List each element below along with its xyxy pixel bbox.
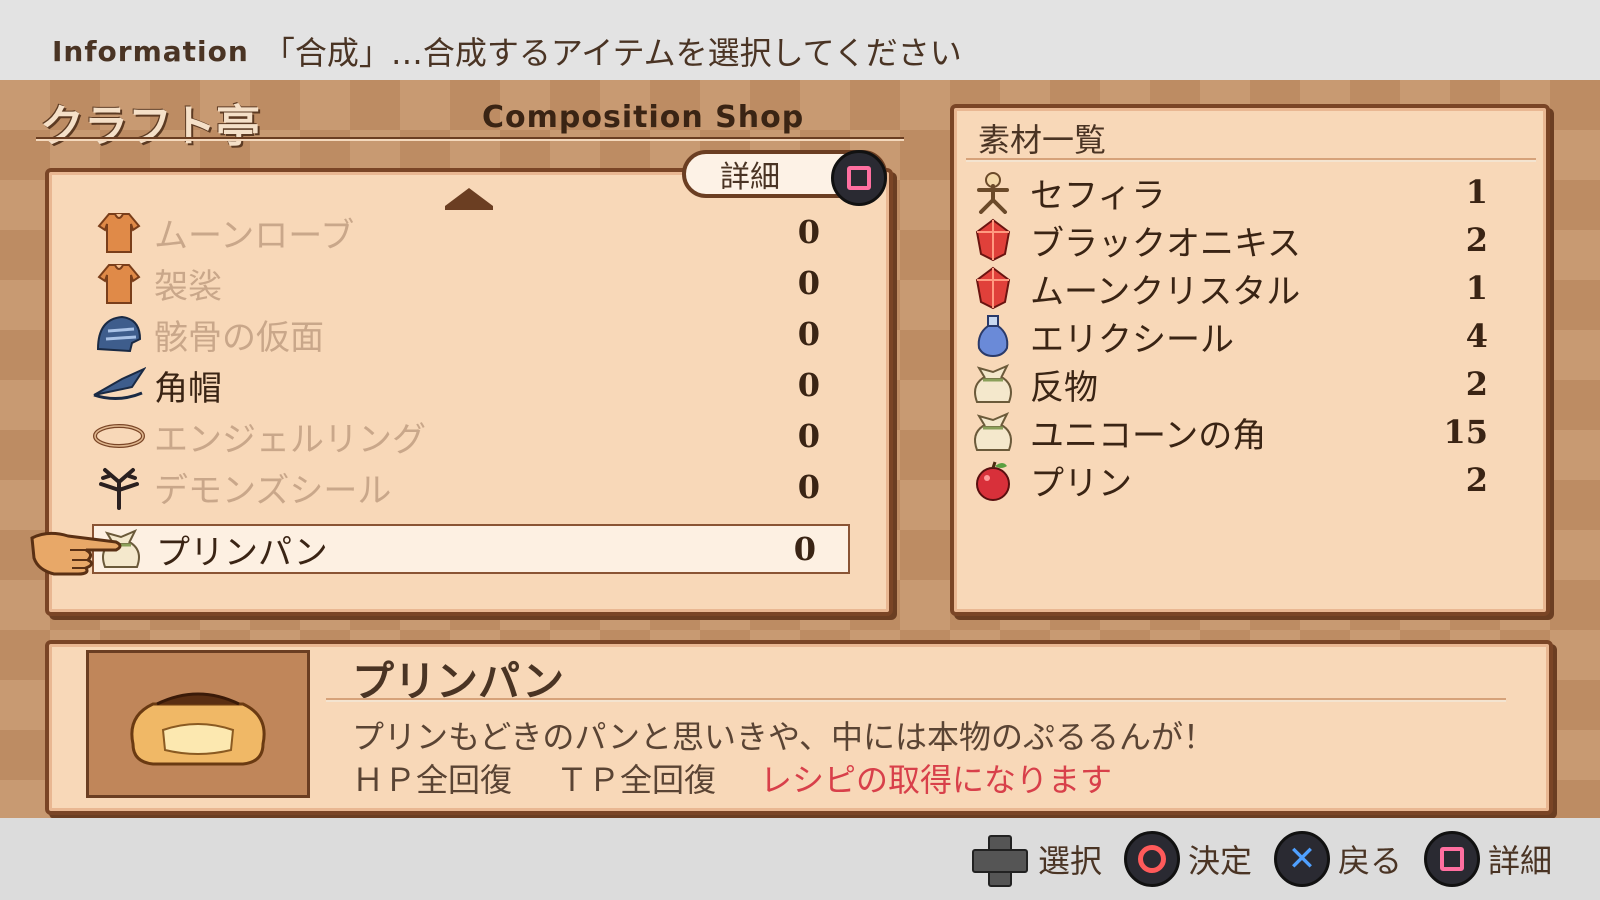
material-qty: 2	[1465, 365, 1488, 403]
craft-item-name: 骸骨の仮面	[154, 317, 324, 358]
craft-item-name: ムーンローブ	[154, 215, 355, 256]
material-qty: 1	[1465, 269, 1488, 307]
craft-item-name: エンジェルリング	[154, 419, 426, 460]
material-row: 反物 2	[968, 360, 1518, 408]
shop-title-english: Composition Shop	[482, 100, 805, 135]
craft-item-qty: 0	[797, 366, 820, 404]
helmet-icon	[92, 309, 146, 359]
material-row: ユニコーンの角 15	[968, 408, 1518, 456]
dpad-icon	[966, 833, 1030, 887]
cross-button-icon: ✕	[1273, 831, 1330, 887]
scroll-up-arrow-icon[interactable]	[445, 188, 493, 210]
hint-confirm: 決定	[1123, 831, 1252, 887]
material-qty: 15	[1443, 413, 1488, 451]
title-divider	[36, 137, 904, 141]
craft-item-row[interactable]: エンジェルリング 0	[92, 411, 852, 461]
material-row: ムーンクリスタル 1	[968, 264, 1518, 312]
craft-item-row[interactable]: ムーンローブ 0	[92, 207, 852, 257]
craft-item-qty: 0	[793, 530, 816, 568]
hint-back-label: 戻る	[1337, 842, 1402, 880]
hint-confirm-label: 決定	[1187, 842, 1252, 880]
item-thumbnail	[86, 650, 310, 798]
craft-item-row[interactable]: デモンズシール 0	[92, 462, 852, 512]
robe-icon	[92, 258, 146, 308]
figure-icon	[968, 168, 1018, 216]
material-row: セフィラ 1	[968, 168, 1518, 216]
pudding-bread-icon	[130, 692, 266, 766]
material-row: ブラックオニキス 2	[968, 216, 1518, 264]
hat-icon	[92, 360, 146, 410]
craft-item-qty: 0	[797, 417, 820, 455]
item-description: プリンもどきのパンと思いきや、中には本物のぷるるんが！	[352, 718, 1216, 756]
craft-item-qty: 0	[797, 213, 820, 251]
hint-detail-label: 詳細	[1487, 842, 1552, 880]
material-qty: 2	[1465, 221, 1488, 259]
ring-icon	[92, 411, 146, 461]
materials-header: 素材一覧	[978, 121, 1107, 159]
craft-item-name: 角帽	[154, 368, 222, 409]
material-name: プリン	[1030, 463, 1132, 504]
craft-item-row[interactable]: 角帽 0	[92, 360, 852, 410]
hint-select: 選択	[966, 833, 1102, 887]
information-label: Information	[52, 34, 249, 68]
craft-item-qty: 0	[797, 468, 820, 506]
effect-hp: ＨＰ全回復	[352, 761, 513, 799]
square-button-icon	[1423, 831, 1480, 887]
potion-icon	[968, 312, 1018, 360]
information-bar: Information 「合成」…合成するアイテムを選択してください	[0, 0, 1600, 80]
detail-tab-button[interactable]: 詳細	[682, 150, 887, 206]
material-name: ムーンクリスタル	[1030, 271, 1301, 312]
material-row: エリクシール 4	[968, 312, 1518, 360]
hint-back: ✕ 戻る	[1273, 831, 1402, 887]
seal-icon	[92, 462, 146, 512]
detail-tab-label: 詳細	[720, 160, 780, 195]
bag-icon	[968, 408, 1018, 456]
materials-divider	[966, 158, 1536, 162]
bag-icon	[968, 360, 1018, 408]
information-text: 「合成」…合成するアイテムを選択してください	[262, 34, 962, 72]
craft-item-qty: 0	[797, 315, 820, 353]
gem-icon	[968, 264, 1018, 312]
craft-item-row[interactable]: 骸骨の仮面 0	[92, 309, 852, 359]
material-name: ユニコーンの角	[1030, 415, 1267, 456]
effect-tp: ＴＰ全回復	[556, 761, 717, 799]
recipe-note: レシピの取得になります	[760, 761, 1113, 799]
hint-select-label: 選択	[1037, 842, 1102, 880]
material-qty: 2	[1465, 461, 1488, 499]
material-qty: 1	[1465, 173, 1488, 211]
gem-icon	[968, 216, 1018, 264]
detail-divider	[326, 698, 1506, 702]
square-button-icon	[831, 150, 887, 206]
hint-detail: 詳細	[1423, 831, 1552, 887]
material-row: プリン 2	[968, 456, 1518, 504]
craft-item-name: プリンパン	[156, 532, 328, 573]
craft-item-row[interactable]: 袈裟 0	[92, 258, 852, 308]
craft-item-name: 袈裟	[154, 266, 222, 307]
craft-item-name: デモンズシール	[154, 470, 392, 511]
shop-title: クラフト亭	[40, 101, 260, 152]
craft-item-qty: 0	[797, 264, 820, 302]
material-name: エリクシール	[1030, 319, 1234, 360]
craft-item-row-selected[interactable]: プリンパン 0	[92, 524, 850, 574]
item-effects: ＨＰ全回復 ＴＰ全回復 レシピの取得になります	[352, 755, 1112, 801]
material-name: セフィラ	[1030, 175, 1166, 216]
material-name: 反物	[1030, 367, 1098, 408]
button-hints: 選択 決定 ✕ 戻る 詳細	[0, 818, 1600, 900]
circle-button-icon	[1123, 831, 1180, 887]
material-qty: 4	[1465, 317, 1488, 355]
pointing-hand-cursor-icon	[28, 520, 128, 580]
apple-icon	[968, 456, 1018, 504]
material-name: ブラックオニキス	[1030, 223, 1301, 264]
robe-icon	[92, 207, 146, 257]
